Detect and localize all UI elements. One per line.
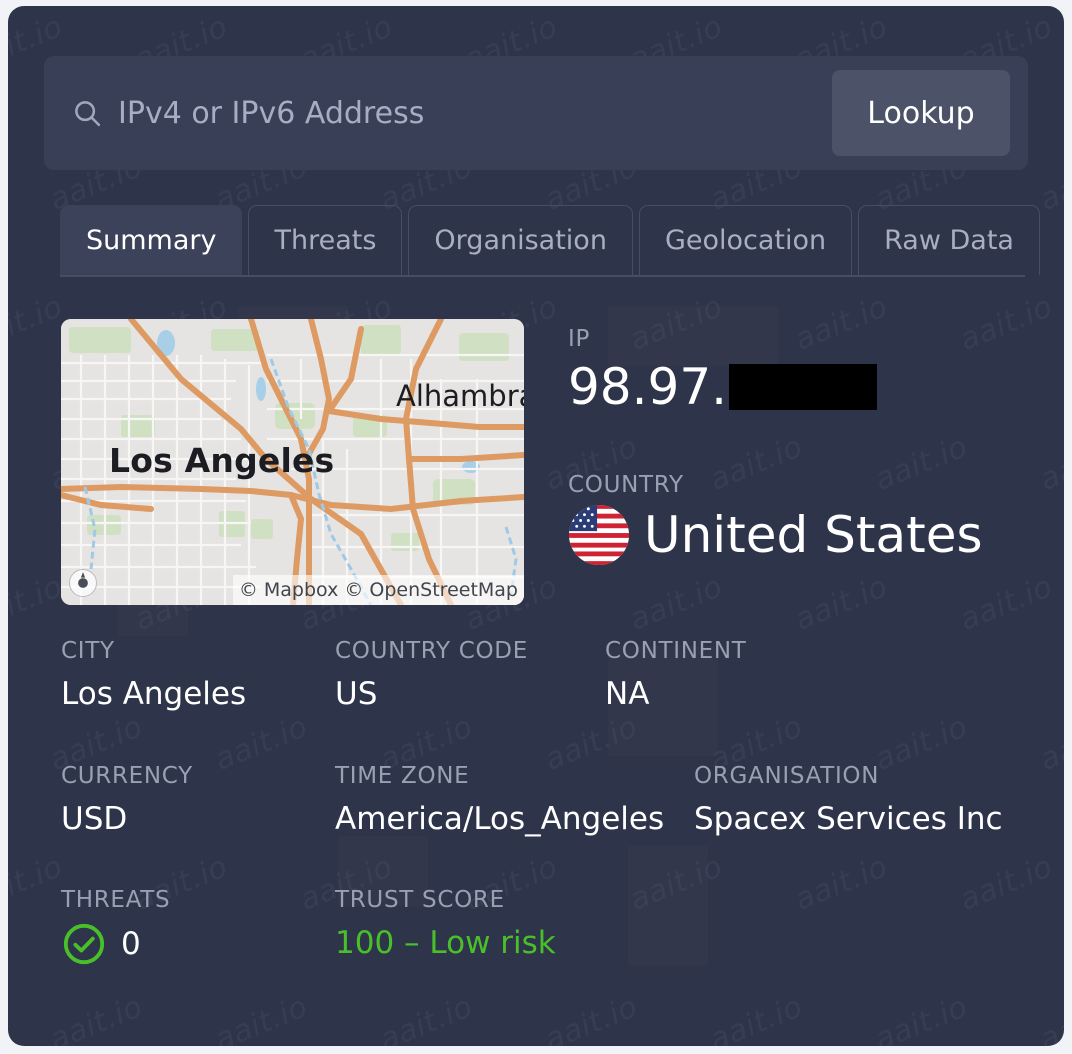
threats-field: THREATS 0 [61, 887, 170, 967]
watermark-text: aait.io [954, 569, 1058, 638]
watermark-text: aait.io [44, 989, 148, 1046]
country-label: COUNTRY [568, 472, 684, 498]
watermark-text: aait.io [954, 289, 1058, 358]
watermark-text: aait.io [624, 849, 728, 918]
ip-label: IP [568, 326, 591, 352]
country-value: United States [568, 504, 983, 566]
trust-score-label: TRUST SCORE [335, 887, 505, 913]
threats-label: THREATS [61, 887, 171, 913]
tab-organisation[interactable]: Organisation [408, 205, 633, 275]
location-map[interactable]: Los Angeles Alhambra © Mapbox © OpenStre… [61, 319, 524, 605]
tab-geolocation[interactable]: Geolocation [638, 205, 853, 275]
watermark-text: aait.io [539, 989, 643, 1046]
ip-value: 98.97. [568, 358, 878, 416]
watermark-text: aait.io [869, 989, 973, 1046]
flag-us-icon [568, 504, 630, 566]
continent-label: CONTINENT [605, 638, 747, 664]
city-value: Los Angeles [61, 676, 247, 712]
watermark-text: aait.io [374, 989, 478, 1046]
country-value-text: United States [644, 506, 983, 564]
continent-value: NA [605, 676, 650, 712]
country-code-value: US [335, 676, 378, 712]
ip-lookup-card: aait.io aait.io aait.io aait.io aait.io aait.… [8, 6, 1064, 1046]
country-code-label: COUNTRY CODE [335, 638, 528, 664]
threats-value: 0 [61, 921, 170, 967]
time-zone-value: America/Los_Angeles [335, 801, 665, 837]
search-input[interactable]: IPv4 or IPv6 Address [118, 96, 832, 131]
map-attribution: © Mapbox © OpenStreetMap [232, 575, 524, 605]
map-place-label: Alhambra [396, 379, 524, 413]
threats-count: 0 [121, 926, 141, 962]
watermark-text: aait.io [209, 709, 313, 778]
watermark-text: aait.io [1034, 989, 1064, 1046]
city-field: CITY Los Angeles [61, 638, 246, 712]
currency-value: USD [61, 801, 128, 837]
continent-field: CONTINENT NA [605, 638, 747, 712]
currency-field: CURRENCY USD [61, 763, 193, 837]
ip-value-text: 98.97. [568, 358, 728, 416]
time-zone-field: TIME ZONE America/Los_Angeles [335, 763, 664, 837]
watermark-text: aait.io [1034, 709, 1064, 778]
ip-redaction-box [729, 364, 878, 410]
check-circle-icon [63, 923, 105, 965]
time-zone-label: TIME ZONE [335, 763, 470, 789]
organisation-label: ORGANISATION [694, 763, 880, 789]
city-label: CITY [61, 638, 115, 664]
compass-needle-icon [78, 572, 88, 588]
watermark-text: aait.io [954, 849, 1058, 918]
currency-label: CURRENCY [61, 763, 193, 789]
tab-raw-data[interactable]: Raw Data [858, 205, 1040, 275]
organisation-field: ORGANISATION Spacex Services Inc [694, 763, 1003, 837]
country-code-field: COUNTRY CODE US [335, 638, 528, 712]
search-icon [75, 101, 101, 127]
trust-score-value: 100 – Low risk [335, 925, 556, 961]
ip-field: IP 98.97. [568, 326, 878, 416]
organisation-value: Spacex Services Inc [694, 801, 1003, 837]
watermark-text: aait.io [8, 569, 68, 638]
watermark-text: aait.io [1034, 149, 1064, 218]
watermark-block [628, 846, 708, 966]
watermark-text: aait.io [1034, 429, 1064, 498]
compass-icon[interactable] [69, 569, 97, 597]
watermark-text: aait.io [624, 569, 728, 638]
watermark-text: aait.io [8, 849, 68, 918]
trust-score-field: TRUST SCORE 100 – Low risk [335, 887, 556, 961]
watermark-text: aait.io [789, 849, 893, 918]
map-city-label: Los Angeles [109, 441, 335, 480]
watermark-text: aait.io [789, 569, 893, 638]
watermark-text: aait.io [209, 989, 313, 1046]
lookup-button[interactable]: Lookup [832, 70, 1010, 156]
tab-bar: Summary Threats Organisation Geolocation… [60, 205, 1040, 277]
country-field: COUNTRY United States [568, 472, 983, 566]
tab-threats[interactable]: Threats [248, 205, 403, 275]
search-bar[interactable]: IPv4 or IPv6 Address Lookup [44, 56, 1028, 170]
tab-summary[interactable]: Summary [60, 205, 243, 275]
watermark-text: aait.io [8, 289, 68, 358]
watermark-text: aait.io [704, 989, 808, 1046]
